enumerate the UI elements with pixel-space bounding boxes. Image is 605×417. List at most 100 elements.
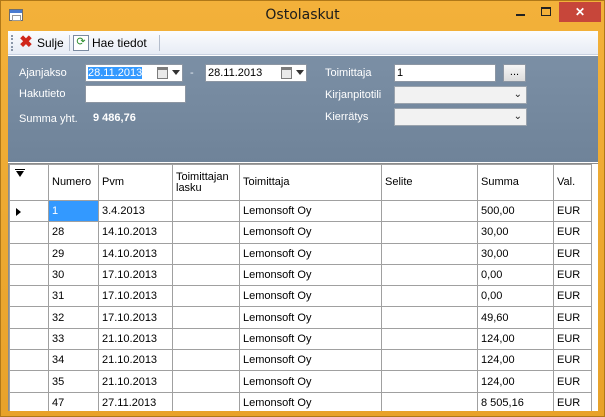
search-input[interactable]: [85, 85, 186, 103]
row-header[interactable]: [9, 242, 49, 265]
table-cell[interactable]: Lemonsoft Oy: [239, 306, 382, 329]
table-cell[interactable]: 30: [48, 263, 99, 287]
table-cell[interactable]: [381, 242, 478, 265]
table-cell[interactable]: EUR: [553, 391, 592, 411]
column-header[interactable]: Summa: [477, 164, 554, 201]
table-cell[interactable]: 124,00: [477, 349, 554, 372]
table-cell[interactable]: 30,00: [477, 221, 554, 244]
table-cell[interactable]: [381, 221, 478, 244]
table-cell[interactable]: Lemonsoft Oy: [239, 285, 382, 308]
maximize-button[interactable]: [533, 2, 559, 22]
table-cell[interactable]: [381, 391, 478, 411]
table-cell[interactable]: 14.10.2013: [98, 242, 173, 265]
supplier-input[interactable]: 1: [394, 64, 496, 82]
table-cell[interactable]: 8 505,16: [477, 391, 554, 411]
table-cell[interactable]: 32: [48, 306, 99, 329]
circulation-select[interactable]: ⌄: [394, 108, 527, 126]
table-row[interactable]: 31 17.10.2013 Lemonsoft Oy 0,00 EUR: [9, 285, 592, 308]
table-cell[interactable]: EUR: [553, 221, 592, 244]
table-cell[interactable]: [381, 349, 478, 372]
table-cell[interactable]: Lemonsoft Oy: [239, 370, 382, 393]
row-header[interactable]: [9, 391, 49, 411]
table-cell[interactable]: 28: [48, 221, 99, 244]
table-cell[interactable]: [381, 370, 478, 393]
table-cell[interactable]: Lemonsoft Oy: [239, 221, 382, 244]
minimize-button[interactable]: [507, 2, 533, 22]
table-cell[interactable]: [381, 306, 478, 329]
table-cell[interactable]: Lemonsoft Oy: [239, 349, 382, 372]
table-cell[interactable]: 3.4.2013: [98, 199, 173, 223]
table-cell[interactable]: 17.10.2013: [98, 263, 173, 287]
table-cell[interactable]: EUR: [553, 263, 592, 287]
table-cell[interactable]: 33: [48, 327, 99, 351]
table-cell[interactable]: 47: [48, 391, 99, 411]
column-filter-button[interactable]: [9, 164, 49, 201]
table-cell[interactable]: EUR: [553, 327, 592, 351]
table-cell[interactable]: 124,00: [477, 370, 554, 393]
column-header[interactable]: Pvm: [98, 164, 173, 201]
table-cell[interactable]: 30,00: [477, 242, 554, 265]
table-cell[interactable]: 21.10.2013: [98, 370, 173, 393]
table-cell[interactable]: 27.11.2013: [98, 391, 173, 411]
row-header[interactable]: [9, 199, 49, 223]
window-close-button[interactable]: ✕: [559, 2, 601, 22]
title-bar[interactable]: Ostolaskut ✕: [1, 1, 604, 31]
table-cell[interactable]: 500,00: [477, 199, 554, 223]
row-header[interactable]: [9, 370, 49, 393]
supplier-browse-button[interactable]: ...: [503, 64, 526, 82]
table-cell[interactable]: 49,60: [477, 306, 554, 329]
invoice-grid[interactable]: Numero Pvm Toimittajan lasku Toimittaja …: [8, 163, 598, 411]
table-cell[interactable]: [381, 263, 478, 287]
table-cell[interactable]: [381, 199, 478, 223]
table-cell[interactable]: Lemonsoft Oy: [239, 199, 382, 223]
table-row[interactable]: 32 17.10.2013 Lemonsoft Oy 49,60 EUR: [9, 306, 592, 329]
table-row[interactable]: 29 14.10.2013 Lemonsoft Oy 30,00 EUR: [9, 242, 592, 265]
table-cell[interactable]: EUR: [553, 285, 592, 308]
table-cell[interactable]: [172, 221, 240, 244]
table-cell[interactable]: Lemonsoft Oy: [239, 327, 382, 351]
date-from-picker[interactable]: 28.11.2013: [85, 64, 183, 82]
table-cell[interactable]: [172, 370, 240, 393]
table-cell[interactable]: [172, 263, 240, 287]
table-cell[interactable]: Lemonsoft Oy: [239, 263, 382, 287]
table-cell[interactable]: [381, 327, 478, 351]
table-cell[interactable]: EUR: [553, 349, 592, 372]
row-header[interactable]: [9, 349, 49, 372]
row-header[interactable]: [9, 285, 49, 308]
column-header[interactable]: Toimittaja: [239, 164, 382, 201]
table-cell[interactable]: [381, 285, 478, 308]
table-cell[interactable]: 34: [48, 349, 99, 372]
table-row[interactable]: 1 3.4.2013 Lemonsoft Oy 500,00 EUR: [9, 199, 592, 223]
column-header[interactable]: Toimittajan lasku: [172, 164, 240, 201]
table-cell[interactable]: [172, 242, 240, 265]
row-header[interactable]: [9, 221, 49, 244]
date-to-picker[interactable]: 28.11.2013: [205, 64, 307, 82]
table-cell[interactable]: 29: [48, 242, 99, 265]
table-cell[interactable]: [172, 349, 240, 372]
fetch-data-button[interactable]: ⟳ Hae tiedot: [73, 34, 155, 52]
table-cell[interactable]: 14.10.2013: [98, 221, 173, 244]
toolbar-grip-icon[interactable]: [11, 35, 13, 51]
table-row[interactable]: 30 17.10.2013 Lemonsoft Oy 0,00 EUR: [9, 263, 592, 287]
table-cell[interactable]: 35: [48, 370, 99, 393]
table-cell[interactable]: [172, 285, 240, 308]
table-cell[interactable]: Lemonsoft Oy: [239, 242, 382, 265]
row-header[interactable]: [9, 306, 49, 329]
column-header[interactable]: Selite: [381, 164, 478, 201]
table-row[interactable]: 28 14.10.2013 Lemonsoft Oy 30,00 EUR: [9, 221, 592, 244]
table-cell[interactable]: 0,00: [477, 285, 554, 308]
row-header[interactable]: [9, 263, 49, 287]
table-row[interactable]: 34 21.10.2013 Lemonsoft Oy 124,00 EUR: [9, 349, 592, 372]
table-cell[interactable]: 31: [48, 285, 99, 308]
table-cell[interactable]: EUR: [553, 370, 592, 393]
close-button[interactable]: ✖ Sulje: [18, 34, 68, 52]
column-header[interactable]: Val.: [553, 164, 592, 201]
table-cell[interactable]: 1: [48, 199, 99, 223]
table-cell[interactable]: 17.10.2013: [98, 306, 173, 329]
table-cell[interactable]: [172, 306, 240, 329]
table-cell[interactable]: EUR: [553, 199, 592, 223]
table-cell[interactable]: 21.10.2013: [98, 327, 173, 351]
account-select[interactable]: ⌄: [394, 86, 527, 104]
column-header[interactable]: Numero: [48, 164, 99, 201]
row-header[interactable]: [9, 327, 49, 351]
